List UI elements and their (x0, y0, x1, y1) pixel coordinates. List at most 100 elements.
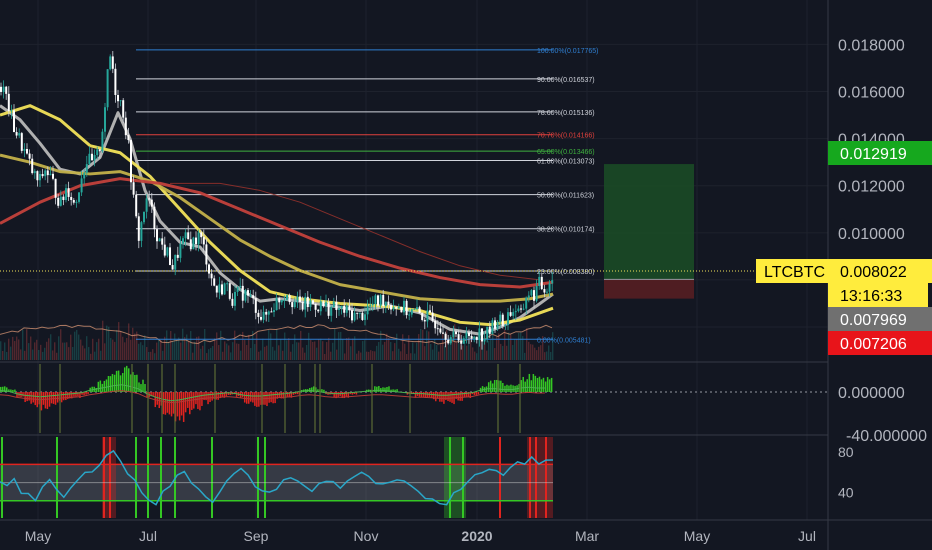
candle-body (88, 153, 91, 165)
candle-body (405, 300, 408, 316)
fib-level-label: 90.00%(0.016537) (537, 77, 595, 84)
volume-bar (180, 342, 182, 360)
candle-body (91, 153, 93, 161)
volume-bar (290, 351, 292, 360)
long-position-tool[interactable] (604, 164, 694, 299)
histogram-bar (512, 385, 514, 392)
histogram-bar (459, 392, 461, 401)
candle-body (374, 295, 377, 304)
candle-body (10, 110, 13, 112)
candle-body (296, 296, 299, 302)
volume-bar (284, 332, 286, 360)
volume-bar (344, 353, 346, 360)
volume-bar (250, 348, 252, 360)
histogram-bar (435, 392, 437, 402)
candle-body (400, 306, 403, 313)
candle-body (382, 294, 385, 307)
candle-body (247, 290, 249, 296)
candle-body (546, 291, 548, 293)
price-tick-label: 0.010000 (838, 226, 905, 243)
volume-bar (352, 338, 354, 360)
histogram-bar (73, 392, 75, 397)
histogram-bar (502, 382, 504, 392)
histogram-bar (418, 392, 421, 397)
candle-body (218, 284, 221, 293)
histogram-bar (168, 392, 171, 415)
candle-body (527, 295, 530, 298)
histogram-bar (24, 392, 26, 403)
volume-bar (332, 342, 334, 360)
candle-body (5, 86, 8, 94)
volume-bar (22, 329, 24, 360)
price-tick-label: 0.012000 (838, 179, 905, 196)
volume-bar (494, 348, 496, 360)
candle-body (286, 295, 288, 300)
candle-body (244, 290, 247, 301)
volume-bar (294, 334, 296, 360)
candle-body (340, 305, 343, 309)
candle-body (109, 56, 112, 70)
volume-bar (160, 340, 162, 360)
volume-bar (462, 345, 464, 360)
volume-bar (486, 350, 488, 360)
histogram-bar (136, 374, 138, 392)
time-tick-label: Jul (139, 528, 157, 544)
candle-body (171, 265, 174, 270)
volume-bar (416, 342, 418, 360)
histogram-bar (199, 392, 201, 411)
time-tick-label: Jul (798, 528, 816, 544)
volume-bar (432, 349, 434, 360)
volume-bar (508, 332, 510, 360)
candle-body (15, 132, 18, 136)
histogram-bar (489, 380, 492, 392)
target-price-label: 0.012919 (840, 146, 907, 163)
volume-bar (236, 343, 238, 360)
volume-bar (430, 344, 432, 360)
volume-bar (300, 330, 302, 360)
time-tick-label: May (25, 528, 51, 544)
candle-body (530, 290, 533, 296)
volume-bar (324, 353, 326, 360)
fib-level-label: 0.00%(0.005481) (537, 337, 591, 344)
volume-bar (286, 340, 288, 360)
volume-bar (388, 338, 390, 360)
histogram-bar (134, 374, 136, 392)
candle-body (166, 247, 169, 256)
histogram-bar (97, 381, 100, 392)
histogram-bar (524, 381, 526, 392)
candle-body (254, 298, 257, 313)
candle-body (101, 131, 104, 152)
volume-bar (278, 345, 280, 360)
volume-bar (544, 352, 546, 360)
time-tick-label: May (684, 528, 710, 544)
candle-body (408, 314, 411, 316)
candle-body (150, 199, 153, 207)
trading-chart[interactable]: 100.00%(0.017765) 90.00%(0.016537) 78.60%(… (0, 0, 932, 550)
candle-body (325, 302, 327, 307)
candle-body (452, 331, 455, 338)
histogram-bar (115, 370, 118, 392)
candle-body (416, 307, 418, 310)
candle-body (96, 149, 99, 156)
fib-level-label: 23.60%(0.008380) (537, 269, 595, 276)
volume-bar (302, 347, 304, 360)
volume-bar (40, 344, 42, 360)
histogram-bar (252, 392, 254, 403)
histogram-bar (105, 379, 108, 392)
candle-body (520, 308, 522, 310)
countdown-label: 13:16:33 (840, 288, 902, 305)
candle-body (470, 335, 473, 339)
fib-level-label: 38.20%(0.010174) (537, 227, 595, 234)
volume-bar (26, 329, 28, 360)
volume-bar (538, 346, 540, 360)
candle-body (551, 280, 554, 284)
histogram-bar (420, 392, 423, 398)
volume-bar (496, 336, 498, 360)
candle-body (462, 338, 465, 344)
volume-bar (104, 343, 106, 360)
volume-bar (8, 338, 10, 360)
volume-bar (90, 353, 92, 360)
volume-bar (130, 339, 132, 360)
volume-bar (10, 346, 12, 360)
volume-bar (124, 342, 126, 360)
